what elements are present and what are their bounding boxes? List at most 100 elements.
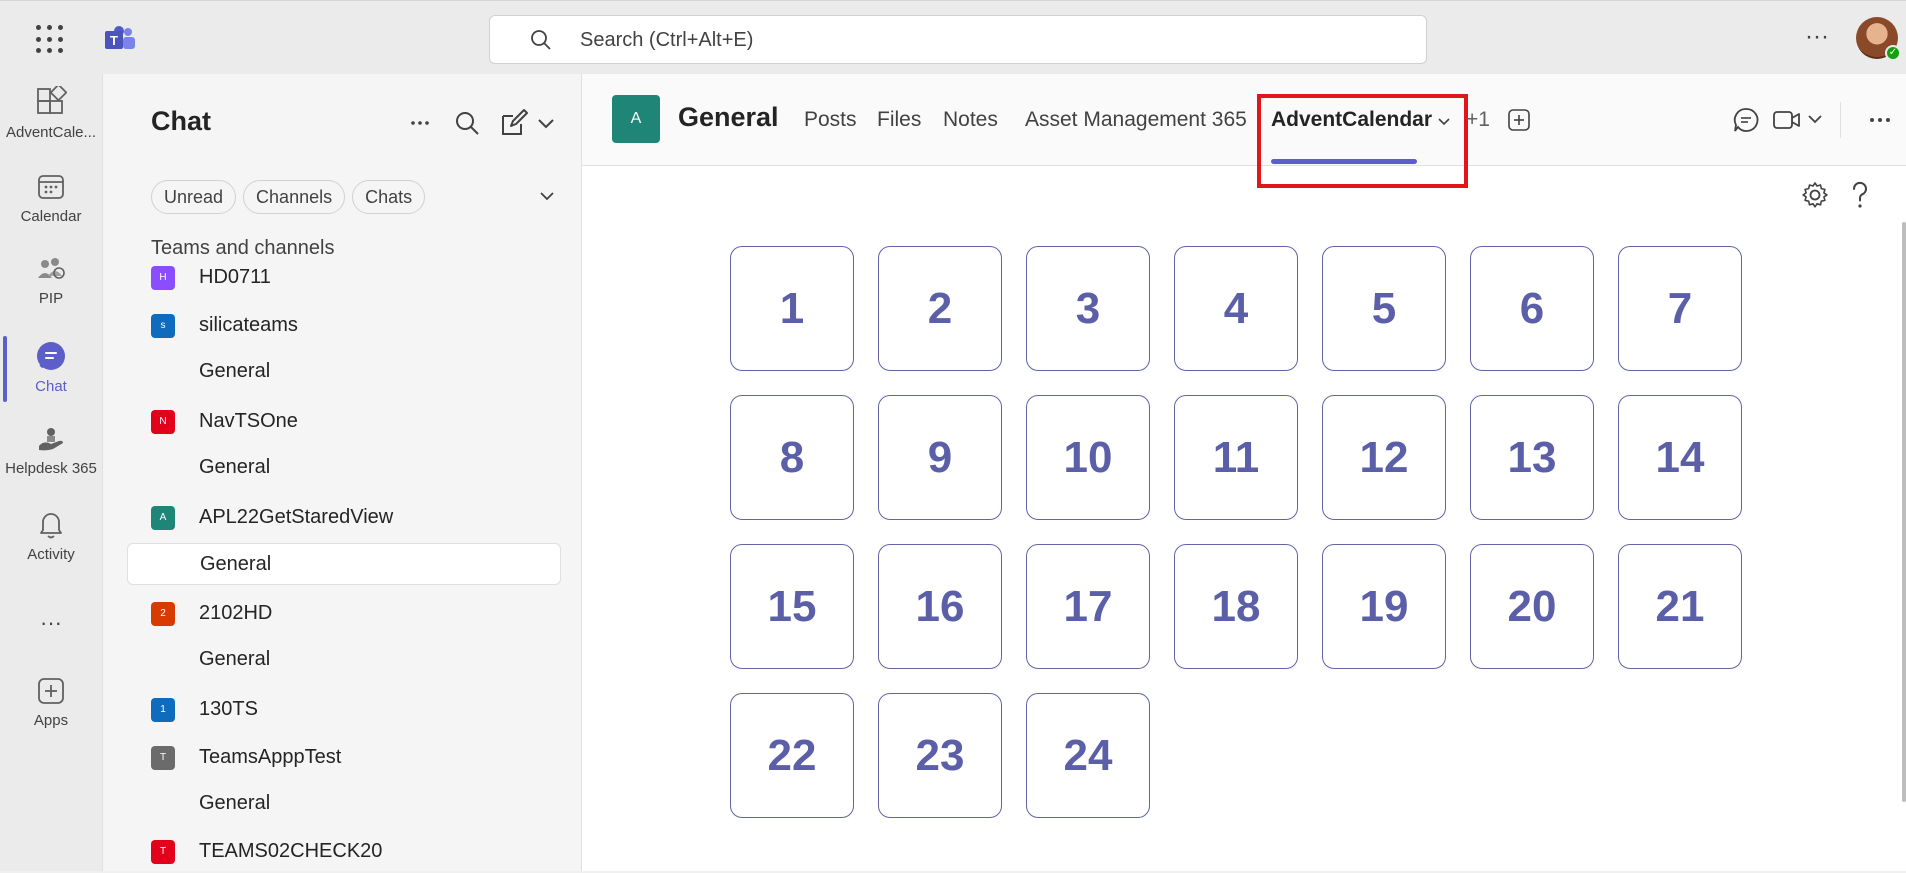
calendar-day-door[interactable]: 23 xyxy=(878,693,1002,818)
tab-asset-management-365[interactable]: Asset Management 365 xyxy=(1025,108,1247,132)
calendar-day-door[interactable]: 11 xyxy=(1174,395,1298,520)
search-icon[interactable] xyxy=(452,108,482,138)
rail-label: Activity xyxy=(27,546,75,563)
calendar-day-door[interactable]: 9 xyxy=(878,395,1002,520)
search-box[interactable] xyxy=(489,15,1427,64)
search-icon xyxy=(531,30,551,50)
presence-available-icon: ✓ xyxy=(1885,45,1901,61)
app-launcher-icon[interactable] xyxy=(36,25,66,55)
channel-row[interactable]: General xyxy=(127,543,561,585)
team-name: TeamsApppTest xyxy=(199,746,342,768)
channel-row[interactable]: General xyxy=(127,351,561,393)
calendar-day-door[interactable]: 24 xyxy=(1026,693,1150,818)
channel-name: General xyxy=(199,792,271,814)
video-call-icon[interactable] xyxy=(1772,106,1802,134)
team-name: HD0711 xyxy=(199,266,271,288)
team-row[interactable]: N NavTSOne xyxy=(127,401,561,443)
add-tab-icon[interactable] xyxy=(1507,108,1531,132)
channel-name: General xyxy=(200,553,272,575)
calendar-day-door[interactable]: 17 xyxy=(1026,544,1150,669)
channel-row[interactable]: General xyxy=(127,783,561,825)
tab-posts[interactable]: Posts xyxy=(804,108,857,132)
bell-icon xyxy=(40,513,62,539)
search-input[interactable] xyxy=(580,26,1380,54)
team-row[interactable]: H HD0711 xyxy=(127,257,561,299)
calendar-day-door[interactable]: 13 xyxy=(1470,395,1594,520)
annotation-highlight-box xyxy=(1257,94,1468,188)
channel-row[interactable]: General xyxy=(127,639,561,681)
more-options-icon[interactable]: ··· xyxy=(1802,23,1832,53)
conversation-icon[interactable] xyxy=(1732,106,1760,134)
new-chat-icon[interactable] xyxy=(499,108,529,138)
chat-icon xyxy=(37,342,65,370)
rail-label: Chat xyxy=(35,378,67,395)
calendar-day-door[interactable]: 12 xyxy=(1322,395,1446,520)
channel-name: General xyxy=(199,456,271,478)
rail-item-adventcalendar[interactable]: AdventCale... xyxy=(0,86,102,166)
chat-pane-title: Chat xyxy=(151,106,211,136)
rail-item-calendar[interactable]: Calendar xyxy=(0,172,102,252)
team-name: 130TS xyxy=(199,698,258,720)
gear-icon[interactable] xyxy=(1800,180,1830,210)
calendar-day-door[interactable]: 15 xyxy=(730,544,854,669)
team-name: APL22GetStaredView xyxy=(199,506,394,528)
chevron-down-icon[interactable] xyxy=(535,184,559,208)
calendar-day-door[interactable]: 6 xyxy=(1470,246,1594,371)
rail-item-chat[interactable]: Chat xyxy=(0,340,102,420)
rail-item-apps[interactable]: Apps xyxy=(0,676,102,756)
more-options-icon[interactable] xyxy=(405,108,435,138)
teams-logo-icon: T xyxy=(105,26,135,49)
calendar-day-door[interactable]: 1 xyxy=(730,246,854,371)
calendar-day-door[interactable]: 18 xyxy=(1174,544,1298,669)
team-row[interactable]: 2 2102HD xyxy=(127,593,561,635)
team-name: silicateams xyxy=(199,314,298,336)
calendar-day-door[interactable]: 22 xyxy=(730,693,854,818)
more-options-icon[interactable] xyxy=(1866,106,1894,134)
team-icon: 1 xyxy=(151,698,175,722)
calendar-day-door[interactable]: 21 xyxy=(1618,544,1742,669)
calendar-day-door[interactable]: 19 xyxy=(1322,544,1446,669)
calendar-day-door[interactable]: 20 xyxy=(1470,544,1594,669)
main-content: A General Posts Files Notes Asset Manage… xyxy=(582,74,1906,871)
app-grid-icon xyxy=(37,86,67,114)
calendar-day-door[interactable]: 7 xyxy=(1618,246,1742,371)
team-icon: s xyxy=(151,314,175,338)
calendar-day-door[interactable]: 10 xyxy=(1026,395,1150,520)
help-icon[interactable] xyxy=(1848,180,1872,210)
app-rail: AdventCale... Calendar PIP Chat Helpdesk… xyxy=(0,74,102,871)
calendar-day-door[interactable]: 16 xyxy=(878,544,1002,669)
rail-label: PIP xyxy=(38,290,64,307)
team-icon: T xyxy=(151,746,175,770)
filter-chats[interactable]: Chats xyxy=(352,180,426,214)
filter-unread[interactable]: Unread xyxy=(151,180,237,214)
tab-files[interactable]: Files xyxy=(877,108,921,132)
team-row[interactable]: s silicateams xyxy=(127,305,561,347)
calendar-day-door[interactable]: 14 xyxy=(1618,395,1742,520)
rail-item-activity[interactable]: Activity xyxy=(0,508,102,588)
team-row[interactable]: A APL22GetStaredView xyxy=(127,497,561,539)
team-row[interactable]: T TeamsApppTest xyxy=(127,737,561,779)
rail-item-helpdesk[interactable]: Helpdesk 365 xyxy=(0,424,102,504)
team-name: 2102HD xyxy=(199,602,273,624)
channel-header: A General Posts Files Notes Asset Manage… xyxy=(582,74,1906,188)
chevron-down-icon[interactable] xyxy=(1806,110,1824,128)
rail-item-pip[interactable]: PIP xyxy=(0,254,102,334)
tab-notes[interactable]: Notes xyxy=(943,108,998,132)
calendar-day-door[interactable]: 8 xyxy=(730,395,854,520)
calendar-day-door[interactable]: 3 xyxy=(1026,246,1150,371)
filter-channels[interactable]: Channels xyxy=(243,180,346,214)
filter-chips: Unread Channels Chats xyxy=(151,180,426,214)
tab-overflow[interactable]: +1 xyxy=(1466,108,1490,132)
calendar-day-door[interactable]: 2 xyxy=(878,246,1002,371)
team-row[interactable]: T TEAMS02CHECK20 xyxy=(127,831,561,873)
rail-item-more[interactable]: ··· xyxy=(0,610,102,640)
helpdesk-icon xyxy=(39,428,63,451)
scrollbar[interactable] xyxy=(1902,222,1906,802)
user-avatar[interactable]: ✓ xyxy=(1856,17,1901,61)
calendar-day-door[interactable]: 5 xyxy=(1322,246,1446,371)
team-icon: 2 xyxy=(151,602,175,626)
team-row[interactable]: 1 130TS xyxy=(127,689,561,731)
channel-row[interactable]: General xyxy=(127,447,561,489)
chevron-down-icon[interactable] xyxy=(531,108,561,138)
calendar-day-door[interactable]: 4 xyxy=(1174,246,1298,371)
